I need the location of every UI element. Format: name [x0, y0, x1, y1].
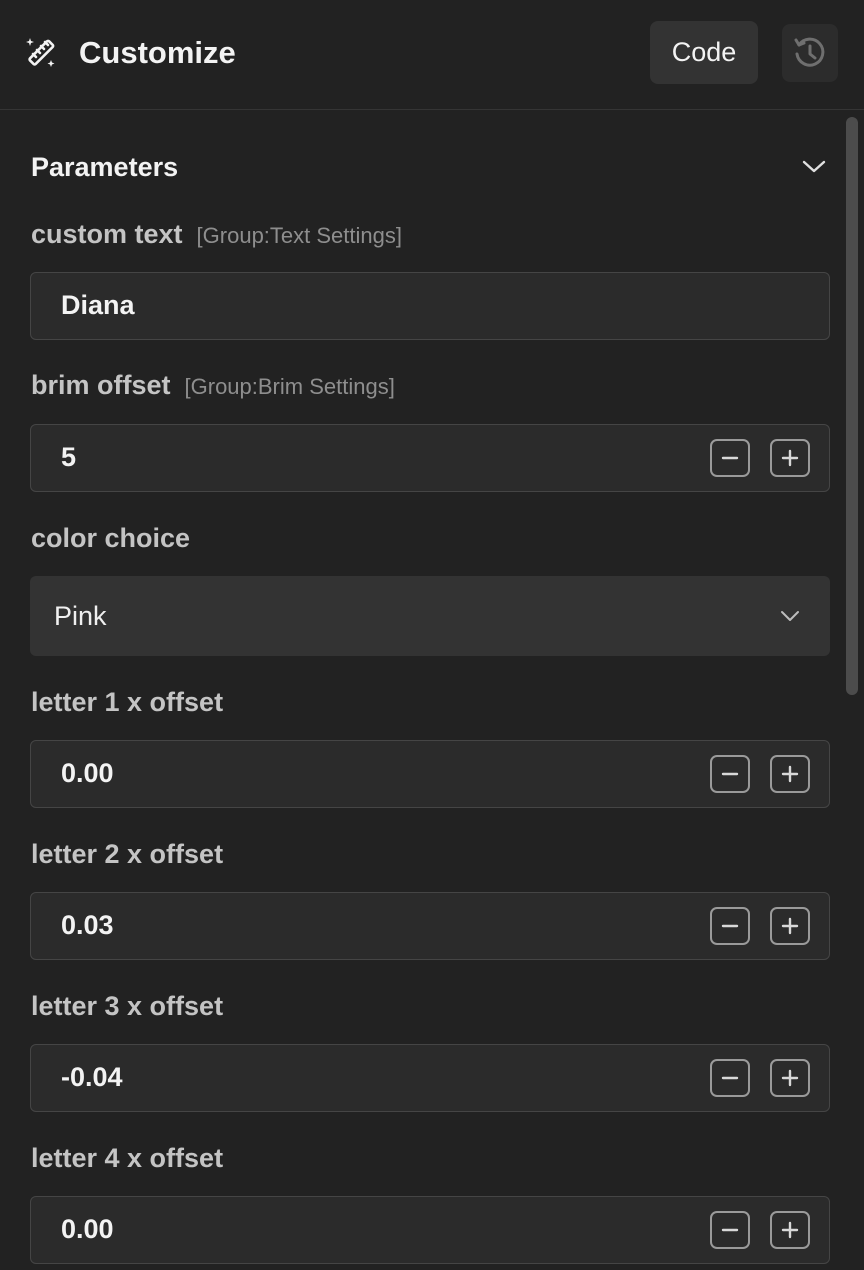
- brim-offset-input[interactable]: 5: [30, 424, 830, 492]
- letter-1-x-offset-value[interactable]: 0.00: [61, 741, 114, 806]
- decrement-button[interactable]: [710, 439, 750, 477]
- minus-icon: [721, 772, 739, 776]
- param-label-letter-4-x-offset: letter 4 x offset: [31, 1141, 223, 1175]
- param-name: letter 2 x offset: [31, 839, 224, 869]
- panel-header: Customize Code: [0, 0, 864, 110]
- plus-icon: [781, 1221, 799, 1239]
- color-choice-select[interactable]: Pink: [30, 576, 830, 656]
- letter-2-x-offset-value[interactable]: 0.03: [61, 893, 114, 958]
- chevron-down-icon: [781, 611, 799, 621]
- panel-title: Customize: [79, 35, 236, 70]
- letter-1-x-offset-input[interactable]: 0.00: [30, 740, 830, 808]
- magic-wand-ruler-icon: [26, 38, 55, 67]
- custom-text-value[interactable]: Diana: [61, 273, 135, 338]
- color-choice-value: Pink: [54, 600, 107, 631]
- letter-2-x-offset-input[interactable]: 0.03: [30, 892, 830, 960]
- param-name: letter 3 x offset: [31, 991, 224, 1021]
- history-icon: [794, 37, 825, 67]
- param-name: custom text: [31, 219, 183, 249]
- param-label-brim-offset: brim offset [Group:Brim Settings]: [31, 368, 395, 404]
- param-label-letter-3-x-offset: letter 3 x offset: [31, 989, 223, 1023]
- plus-icon: [781, 765, 799, 783]
- decrement-button[interactable]: [710, 1211, 750, 1249]
- increment-button[interactable]: [770, 755, 810, 793]
- increment-button[interactable]: [770, 907, 810, 945]
- letter-4-x-offset-input[interactable]: 0.00: [30, 1196, 830, 1264]
- param-group: [Group:Brim Settings]: [184, 374, 395, 399]
- param-group: [Group:Text Settings]: [196, 223, 402, 248]
- decrement-button[interactable]: [710, 1059, 750, 1097]
- increment-button[interactable]: [770, 439, 810, 477]
- parameters-title: Parameters: [31, 152, 179, 182]
- letter-3-x-offset-value[interactable]: -0.04: [61, 1045, 123, 1110]
- param-label-custom-text: custom text [Group:Text Settings]: [31, 217, 402, 253]
- param-label-letter-1-x-offset: letter 1 x offset: [31, 685, 223, 719]
- letter-4-x-offset-value[interactable]: 0.00: [61, 1197, 114, 1262]
- param-name: color choice: [31, 523, 191, 553]
- decrement-button[interactable]: [710, 907, 750, 945]
- decrement-button[interactable]: [710, 755, 750, 793]
- param-name: brim offset: [31, 370, 171, 400]
- param-name: letter 1 x offset: [31, 687, 224, 717]
- letter-3-x-offset-input[interactable]: -0.04: [30, 1044, 830, 1112]
- chevron-down-icon[interactable]: [801, 155, 827, 177]
- customize-panel: Customize Code Parameters custom text [Gr…: [0, 0, 864, 1270]
- minus-icon: [721, 1076, 739, 1080]
- plus-icon: [781, 1069, 799, 1087]
- minus-icon: [721, 456, 739, 460]
- param-label-letter-2-x-offset: letter 2 x offset: [31, 837, 223, 871]
- param-label-color-choice: color choice: [31, 521, 190, 555]
- plus-icon: [781, 449, 799, 467]
- code-button[interactable]: Code: [650, 21, 758, 84]
- plus-icon: [781, 917, 799, 935]
- minus-icon: [721, 1228, 739, 1232]
- increment-button[interactable]: [770, 1059, 810, 1097]
- history-button[interactable]: [782, 24, 838, 82]
- scrollbar[interactable]: [846, 117, 858, 695]
- param-name: letter 4 x offset: [31, 1143, 224, 1173]
- brim-offset-value[interactable]: 5: [61, 425, 76, 490]
- custom-text-input[interactable]: Diana: [30, 272, 830, 340]
- minus-icon: [721, 924, 739, 928]
- increment-button[interactable]: [770, 1211, 810, 1249]
